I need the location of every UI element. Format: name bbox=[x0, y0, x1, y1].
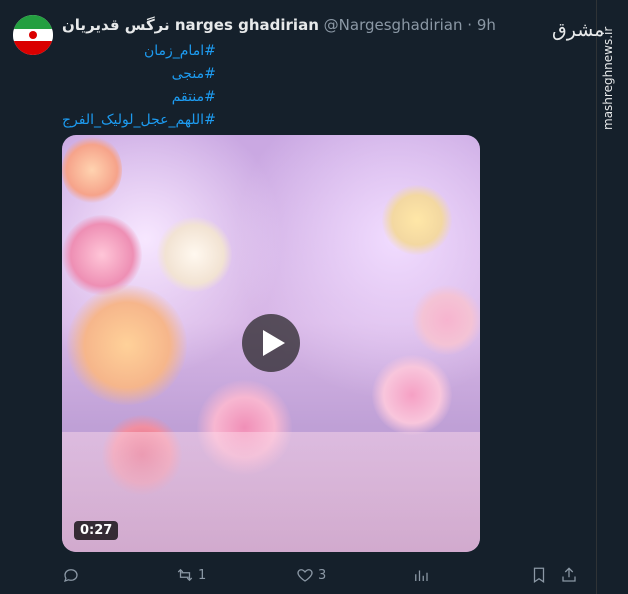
tweet-card[interactable]: نرگس قدیریان narges ghadirian @Nargesgha… bbox=[0, 0, 596, 594]
like-count: 3 bbox=[318, 567, 327, 583]
reply-icon bbox=[64, 569, 78, 583]
watermark-logo: مشرق bbox=[552, 19, 605, 41]
video-player[interactable]: 0:27 bbox=[62, 135, 480, 552]
heart-icon bbox=[297, 569, 313, 582]
watermark-url: mashreghnews.ir bbox=[601, 26, 615, 130]
display-name[interactable]: نرگس قدیریان narges ghadirian bbox=[62, 16, 319, 34]
flower-decoration bbox=[372, 355, 452, 435]
tweet-time[interactable]: 9h bbox=[477, 16, 496, 34]
tweet-text: #امام_زمان #منجی #منتقم #اللهم_عجل_لولیک… bbox=[62, 40, 216, 132]
retweet-icon bbox=[177, 568, 193, 582]
flower-decoration bbox=[62, 215, 142, 295]
hashtag-link[interactable]: #منتقم bbox=[62, 86, 216, 109]
user-handle[interactable]: @Nargesghadirian bbox=[324, 16, 463, 34]
share-icon bbox=[562, 567, 576, 582]
tweet-header: نرگس قدیریان narges ghadirian @Nargesgha… bbox=[62, 16, 496, 34]
reply-button[interactable] bbox=[62, 566, 84, 584]
play-button[interactable] bbox=[242, 314, 300, 372]
play-icon bbox=[263, 330, 285, 356]
separator-dot: · bbox=[467, 16, 473, 34]
retweet-count: 1 bbox=[198, 567, 207, 583]
bookmark-button[interactable] bbox=[530, 566, 548, 584]
flower-decoration bbox=[62, 135, 122, 205]
hashtag-link[interactable]: #اللهم_عجل_لولیک_الفرج bbox=[62, 109, 216, 132]
hashtag-link[interactable]: #امام_زمان bbox=[62, 40, 216, 63]
bookmark-icon bbox=[533, 567, 545, 583]
like-button[interactable]: 3 bbox=[296, 566, 326, 584]
video-duration: 0:27 bbox=[74, 521, 119, 540]
avatar[interactable] bbox=[13, 15, 53, 55]
flower-decoration bbox=[412, 285, 480, 355]
views-chart-icon bbox=[415, 570, 428, 581]
views-button[interactable] bbox=[412, 566, 434, 584]
water-reflection bbox=[62, 432, 480, 552]
tweet-actions: 1 3 bbox=[62, 566, 582, 586]
column-divider bbox=[596, 0, 597, 594]
flower-decoration bbox=[382, 185, 452, 255]
retweet-button[interactable]: 1 bbox=[176, 566, 206, 584]
flower-decoration bbox=[67, 285, 187, 405]
share-button[interactable] bbox=[560, 566, 578, 584]
hashtag-link[interactable]: #منجی bbox=[62, 63, 216, 86]
flower-decoration bbox=[157, 217, 232, 292]
